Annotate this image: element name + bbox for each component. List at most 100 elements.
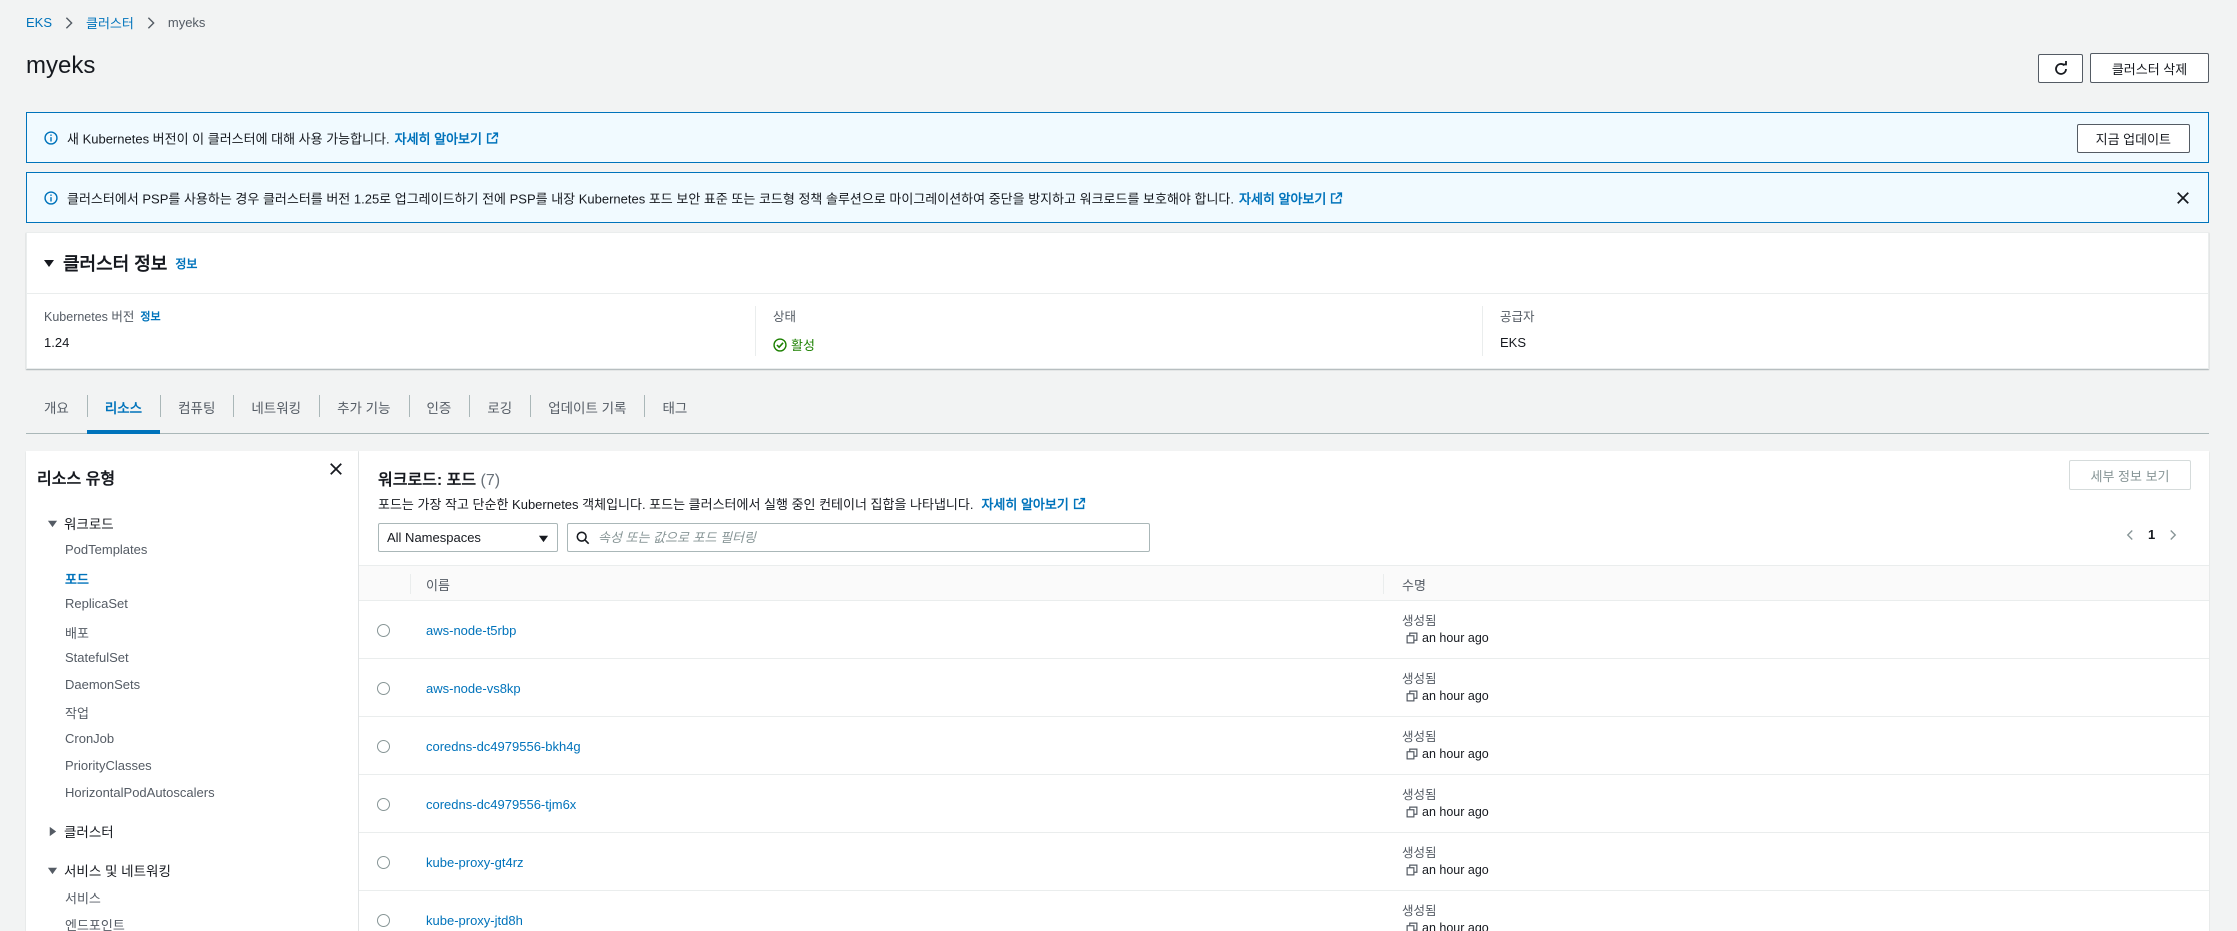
alert-message: 새 Kubernetes 버전이 이 클러스터에 대해 사용 가능합니다. <box>67 131 390 146</box>
nav-group-service-networking[interactable]: 서비스 및 네트워킹 <box>47 860 171 880</box>
age-label: 생성됨 <box>1402 788 1437 802</box>
tab-tags[interactable]: 태그 <box>644 380 705 433</box>
nav-item-statefulset[interactable]: StatefulSet <box>65 650 129 665</box>
row-radio[interactable] <box>377 798 390 811</box>
external-link-icon <box>1331 191 1343 204</box>
info-icon <box>44 130 58 145</box>
tab-addons[interactable]: 추가 기능 <box>319 380 408 433</box>
pod-name-link[interactable]: aws-node-t5rbp <box>426 623 516 638</box>
delete-cluster-button[interactable]: 클러스터 삭제 <box>2090 53 2209 83</box>
copy-icon <box>1406 806 1418 818</box>
provider-field: 공급자 EKS <box>1482 306 1535 356</box>
row-radio[interactable] <box>377 914 390 927</box>
breadcrumb: EKS 클러스터 myeks <box>26 13 205 32</box>
chevron-left-icon[interactable] <box>2124 529 2136 541</box>
table-row: aws-node-vs8kp 생성됨 an hour ago <box>359 659 2209 717</box>
pods-description: 포드는 가장 작고 단순한 Kubernetes 객체입니다. 포드는 클러스터… <box>378 494 1086 513</box>
psp-alert: 클러스터에서 PSP를 사용하는 경우 클러스터를 버전 1.25로 업그레이드… <box>26 172 2209 223</box>
k8s-version-value: 1.24 <box>44 335 70 350</box>
tabs: 개요 리소스 컴퓨팅 네트워킹 추가 기능 인증 로깅 업데이트 기록 태그 <box>26 380 2209 434</box>
column-age[interactable]: 수명 <box>1402 575 1426 594</box>
namespace-select[interactable]: All Namespaces <box>378 523 558 552</box>
table-row: aws-node-t5rbp 생성됨 an hour ago <box>359 601 2209 659</box>
age-label: 생성됨 <box>1402 904 1437 918</box>
view-details-button[interactable]: 세부 정보 보기 <box>2069 460 2191 490</box>
age-value: an hour ago <box>1406 805 1489 819</box>
tab-access[interactable]: 인증 <box>408 380 470 433</box>
chevron-right-icon <box>147 16 155 29</box>
chevron-right-icon <box>65 16 73 29</box>
row-radio[interactable] <box>377 682 390 695</box>
age-label: 생성됨 <box>1402 846 1437 860</box>
nav-item-cronjob[interactable]: CronJob <box>65 731 114 746</box>
tab-networking[interactable]: 네트워킹 <box>233 380 319 433</box>
refresh-icon <box>2054 60 2067 75</box>
nav-item-services[interactable]: 서비스 <box>65 888 101 907</box>
pods-title: 워크로드: 포드 (7) <box>378 472 501 489</box>
chevron-right-icon[interactable] <box>2167 529 2179 541</box>
page-title: myeks <box>26 52 96 79</box>
tab-compute[interactable]: 컴퓨팅 <box>160 380 233 433</box>
age-label: 생성됨 <box>1402 672 1437 686</box>
copy-icon <box>1406 864 1418 876</box>
refresh-button[interactable] <box>2038 54 2083 83</box>
learn-more-link[interactable]: 자세히 알아보기 <box>395 128 499 147</box>
copy-icon <box>1406 690 1418 702</box>
nav-group-cluster[interactable]: 클러스터 <box>47 821 114 841</box>
breadcrumb-clusters[interactable]: 클러스터 <box>86 13 134 32</box>
copy-icon <box>1406 748 1418 760</box>
tab-resources[interactable]: 리소스 <box>86 380 161 434</box>
age-value: an hour ago <box>1406 689 1489 703</box>
tab-update-history[interactable]: 업데이트 기록 <box>530 380 644 433</box>
update-now-button[interactable]: 지금 업데이트 <box>2076 124 2190 153</box>
k8s-version-field: Kubernetes 버전 정보 1.24 <box>44 306 161 350</box>
pods-panel: 워크로드: 포드 (7) 포드는 가장 작고 단순한 Kubernetes 객체… <box>359 451 2209 931</box>
info-link[interactable]: 정보 <box>175 255 197 272</box>
row-radio[interactable] <box>377 856 390 869</box>
caret-right-icon <box>49 826 57 836</box>
learn-more-link[interactable]: 자세히 알아보기 <box>1239 188 1343 207</box>
page-number[interactable]: 1 <box>2148 527 2155 542</box>
age-value: an hour ago <box>1406 747 1489 761</box>
tab-logging[interactable]: 로깅 <box>469 380 530 433</box>
column-name[interactable]: 이름 <box>426 575 450 594</box>
nav-item-hpa[interactable]: HorizontalPodAutoscalers <box>65 785 215 800</box>
close-icon[interactable] <box>329 462 343 476</box>
pod-name-link[interactable]: aws-node-vs8kp <box>426 681 521 696</box>
breadcrumb-eks[interactable]: EKS <box>26 15 52 30</box>
resource-types-title: 리소스 유형 <box>37 471 116 488</box>
nav-item-podtemplates[interactable]: PodTemplates <box>65 542 147 557</box>
caret-down-icon <box>44 260 54 267</box>
copy-icon <box>1406 922 1418 931</box>
cluster-info-header[interactable]: 클러스터 정보 정보 <box>43 250 197 276</box>
nav-item-endpoints[interactable]: 엔드포인트 <box>65 915 125 931</box>
nav-item-replicaset[interactable]: ReplicaSet <box>65 596 128 611</box>
table-row: kube-proxy-jtd8h 생성됨 an hour ago <box>359 891 2209 931</box>
row-radio[interactable] <box>377 740 390 753</box>
learn-more-link[interactable]: 자세히 알아보기 <box>981 494 1085 513</box>
pod-filter[interactable] <box>567 523 1150 552</box>
pod-name-link[interactable]: coredns-dc4979556-tjm6x <box>426 797 576 812</box>
nav-item-pods[interactable]: 포드 <box>65 569 89 588</box>
status-badge: 활성 <box>773 335 815 354</box>
nav-item-daemonsets[interactable]: DaemonSets <box>65 677 140 692</box>
nav-item-priorityclasses[interactable]: PriorityClasses <box>65 758 152 773</box>
cluster-info-panel: 클러스터 정보 정보 Kubernetes 버전 정보 1.24 상태 활성 공급… <box>26 232 2209 369</box>
age-label: 생성됨 <box>1402 614 1437 628</box>
pod-name-link[interactable]: coredns-dc4979556-bkh4g <box>426 739 581 754</box>
nav-item-jobs[interactable]: 작업 <box>65 703 89 722</box>
info-link[interactable]: 정보 <box>140 308 160 324</box>
external-link-icon <box>486 131 499 144</box>
tab-overview[interactable]: 개요 <box>26 380 87 433</box>
status-field: 상태 활성 <box>755 306 815 356</box>
close-icon[interactable] <box>2176 191 2190 205</box>
table-row: coredns-dc4979556-bkh4g 생성됨 an hour ago <box>359 717 2209 775</box>
pod-name-link[interactable]: kube-proxy-jtd8h <box>426 913 523 928</box>
nav-group-workloads[interactable]: 워크로드 <box>47 513 114 533</box>
version-alert: 새 Kubernetes 버전이 이 클러스터에 대해 사용 가능합니다. 자세… <box>26 112 2209 163</box>
pod-name-link[interactable]: kube-proxy-gt4rz <box>426 855 524 870</box>
row-radio[interactable] <box>377 624 390 637</box>
age-value: an hour ago <box>1406 631 1489 645</box>
nav-item-deployments[interactable]: 배포 <box>65 623 89 642</box>
search-input[interactable] <box>598 530 1138 545</box>
